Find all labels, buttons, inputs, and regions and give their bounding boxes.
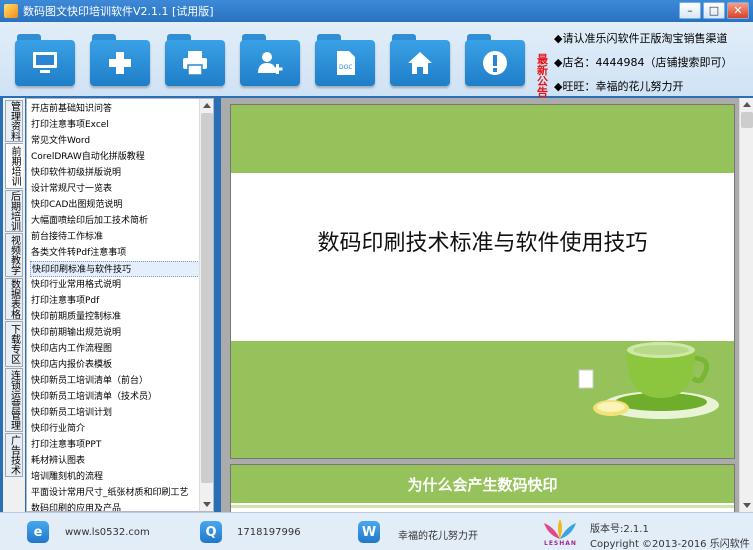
- warning-icon: [483, 51, 507, 75]
- scroll-down-arrow-icon[interactable]: [743, 503, 751, 508]
- doc-icon-caption: DOC: [339, 64, 353, 71]
- add-user-button[interactable]: [240, 34, 300, 86]
- print-button[interactable]: [165, 34, 225, 86]
- list-item[interactable]: 打印注意事项Excel: [30, 117, 200, 133]
- list-item[interactable]: 快印行业常用格式说明: [30, 277, 200, 293]
- list-item[interactable]: 快印店内报价表模板: [30, 357, 200, 373]
- copyright-label: Copyright ©2013-2016 乐闪软件: [590, 539, 750, 550]
- list-item[interactable]: 设计常规尺寸一览表: [30, 181, 200, 197]
- tab-ad-tech[interactable]: 广告技术: [5, 433, 23, 477]
- document-list: 开店前基础知识问答 打印注意事项Excel 常见文件Word CorelDRAW自动化…: [26, 98, 214, 512]
- restore-button[interactable]: □: [703, 2, 725, 19]
- list-item[interactable]: 快印新员工培训清单（技术员）: [30, 389, 200, 405]
- toolbar: DOC 最新公告 ◆请认准乐闪软件正版淘宝销售渠道 ◆店名：4444984（店铺…: [0, 22, 753, 99]
- list-item[interactable]: 快印行业简介: [30, 421, 200, 437]
- scroll-up-arrow-icon[interactable]: [203, 103, 211, 108]
- teacup-image: [578, 342, 719, 419]
- home-button[interactable]: [390, 34, 450, 86]
- list-item[interactable]: 快印前期质量控制标准: [30, 309, 200, 325]
- list-item[interactable]: 平面设计常用尺寸_纸张材质和印刷工艺: [30, 485, 200, 501]
- app-icon: [4, 4, 18, 18]
- list-item[interactable]: 快印店内工作流程图: [30, 341, 200, 357]
- viewer-scroll-thumb[interactable]: [741, 112, 753, 128]
- list-item[interactable]: CorelDRAW自动化拼版教程: [30, 149, 200, 165]
- monitor-button[interactable]: [15, 34, 75, 86]
- plus-icon: [109, 52, 131, 74]
- list-scroll-thumb[interactable]: [201, 113, 213, 483]
- home-icon: [408, 52, 432, 74]
- list-scrollbar[interactable]: [199, 99, 213, 511]
- window-controls: – □ ✕: [679, 2, 749, 19]
- wangwang-icon[interactable]: W: [358, 521, 380, 543]
- slide-2-divider: [231, 505, 734, 508]
- tab-downloads[interactable]: 下载专区: [5, 321, 23, 367]
- slide-title: 数码印刷技术标准与软件使用技巧: [317, 231, 648, 256]
- ie-icon[interactable]: e: [27, 521, 49, 543]
- tab-early-training[interactable]: 前期培训: [5, 143, 23, 189]
- category-tabs: 管理资料 前期培训 后期培训 视频教学 数据表格 下载专区 连锁运营管理 广告技…: [3, 98, 25, 512]
- list-item[interactable]: 前台接待工作标准: [30, 229, 200, 245]
- scroll-up-arrow-icon[interactable]: [743, 102, 751, 107]
- list-item[interactable]: 快印CAD出图规范说明: [30, 197, 200, 213]
- tab-chain-management[interactable]: 连锁运营管理: [5, 368, 23, 432]
- document-viewer: 数码印刷技术标准与软件使用技巧 为什么会产生数码快印: [221, 98, 753, 524]
- printer-icon: [183, 51, 207, 76]
- list-item[interactable]: 常见文件Word: [30, 133, 200, 149]
- slide-band-top: [231, 105, 734, 173]
- wangwang-name: 幸福的花儿努力开: [398, 531, 478, 542]
- status-bar: e www.ls0532.com Q 1718197996 W 幸福的花儿努力开…: [0, 512, 753, 550]
- add-button[interactable]: [90, 34, 150, 86]
- scroll-down-arrow-icon[interactable]: [203, 502, 211, 507]
- notice-line: ◆旺旺：幸福的花儿努力开: [554, 80, 684, 93]
- logo-text: LESHAN: [544, 540, 577, 547]
- notice-title: 最新公告: [537, 53, 548, 99]
- website-link[interactable]: www.ls0532.com: [65, 527, 150, 538]
- tab-data-tables[interactable]: 数据表格: [5, 278, 23, 320]
- list-item[interactable]: 培训雕刻机的流程: [30, 469, 200, 485]
- monitor-icon: [33, 52, 57, 73]
- viewer-scrollbar[interactable]: [739, 98, 753, 512]
- list-item[interactable]: 快印新员工培训计划: [30, 405, 200, 421]
- notice-line: ◆店名：4444984（店铺搜索即可）: [554, 56, 733, 69]
- window-title: 数码图文快印培训软件V2.1.1 [试用版]: [23, 5, 214, 18]
- minimize-button[interactable]: –: [679, 2, 701, 19]
- qq-number: 1718197996: [237, 527, 301, 538]
- list-item[interactable]: 各类文件转Pdf注意事项: [30, 245, 200, 261]
- list-item[interactable]: 快印印刷标准与软件技巧: [30, 261, 200, 277]
- slide-2-title: 为什么会产生数码快印: [231, 465, 734, 503]
- list-item[interactable]: 耗材辨认图表: [30, 453, 200, 469]
- qq-icon[interactable]: Q: [200, 521, 222, 543]
- notice-line: ◆请认准乐闪软件正版淘宝销售渠道: [554, 32, 728, 45]
- tab-late-training[interactable]: 后期培训: [5, 190, 23, 232]
- add-user-icon: [258, 52, 283, 74]
- list-item[interactable]: 快印前期输出规范说明: [30, 325, 200, 341]
- warning-button[interactable]: [465, 34, 525, 86]
- title-bar: 数码图文快印培训软件V2.1.1 [试用版] – □ ✕: [0, 0, 753, 22]
- slide-1: 数码印刷技术标准与软件使用技巧: [230, 104, 735, 459]
- tab-management[interactable]: 管理资料: [5, 100, 23, 142]
- doc-icon: DOC: [337, 51, 355, 75]
- version-label: 版本号:2.1.1: [590, 524, 649, 535]
- tab-video[interactable]: 视频教学: [5, 233, 23, 277]
- list-item[interactable]: 打印注意事项PPT: [30, 437, 200, 453]
- list-item[interactable]: 大幅面喷绘印后加工技术简析: [30, 213, 200, 229]
- document-button[interactable]: DOC: [315, 34, 375, 86]
- list-item[interactable]: 开店前基础知识问答: [30, 101, 200, 117]
- list-item[interactable]: 快印新员工培训清单（前台）: [30, 373, 200, 389]
- close-button[interactable]: ✕: [727, 2, 749, 19]
- list-item[interactable]: 打印注意事项Pdf: [30, 293, 200, 309]
- list-item[interactable]: 快印软件初级拼版说明: [30, 165, 200, 181]
- list-item[interactable]: 数码印刷的应用及产品: [30, 501, 200, 511]
